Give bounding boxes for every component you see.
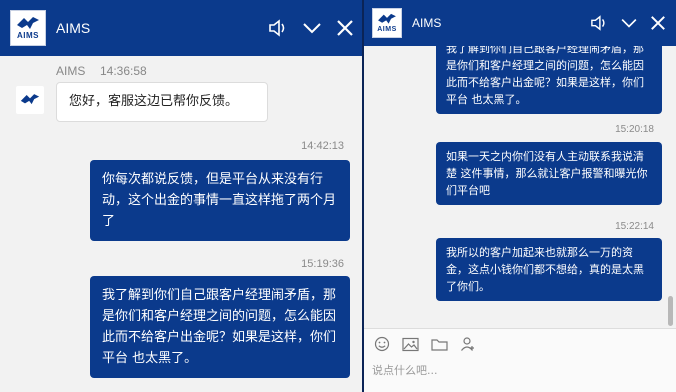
chat-window-right: AIMS AIMS 我了解到你们自己跟客户经理闹矛盾，那是你们和客户经理之间的问… — [362, 0, 676, 392]
message-time: 15:19:36 — [301, 258, 344, 270]
outgoing-message: 我了解到你们自己跟客户经理闹矛盾，那是你们和客户经理之间的问题，怎么能因此而不给… — [436, 46, 662, 114]
eagle-icon — [17, 17, 39, 29]
message-time: 14:42:13 — [301, 140, 344, 152]
outgoing-message: 你每次都说反馈，但是平台从来没有行动，这个出金的事情一直这样拖了两个月了 — [90, 160, 350, 241]
eagle-icon — [20, 94, 40, 105]
image-icon[interactable] — [402, 337, 419, 352]
outgoing-message: 我了解到你们自己跟客户经理闹矛盾，那是你们和客户经理之间的问题，怎么能因此而不给… — [90, 276, 350, 378]
incoming-message: 您好，客服这边已帮你反馈。 — [56, 82, 268, 122]
sender-name: AIMS — [56, 64, 86, 78]
agent-avatar — [16, 86, 44, 114]
aims-logo: AIMS — [372, 8, 402, 38]
title-bar: AIMS AIMS — [0, 0, 366, 56]
scrollbar-thumb[interactable] — [668, 296, 673, 326]
eagle-icon — [378, 13, 396, 24]
close-icon[interactable] — [650, 15, 666, 31]
message-list[interactable]: AIMS 14:36:58 您好，客服这边已帮你反馈。 14:42:13 你每次… — [0, 56, 366, 392]
chat-window-left: AIMS AIMS AIMS 14:36:58 您好，客服这边已帮你反馈。 14… — [0, 0, 366, 392]
message-time: 15:20:18 — [615, 124, 654, 135]
aims-logo: AIMS — [10, 10, 46, 46]
outgoing-message: 我所以的客户加起来也就那么一万的资金，这点小钱你们都不想给，真的是太黑了你们。 — [436, 238, 662, 301]
window-title: AIMS — [56, 20, 91, 36]
logo-text: AIMS — [377, 25, 397, 33]
emoji-icon[interactable] — [374, 336, 390, 352]
folder-icon[interactable] — [431, 337, 448, 352]
title-bar: AIMS AIMS — [364, 0, 676, 46]
close-icon[interactable] — [336, 19, 354, 37]
screenshot: AIMS AIMS AIMS 14:36:58 您好，客服这边已帮你反馈。 14… — [0, 0, 676, 392]
window-title: AIMS — [412, 16, 442, 30]
message-time: 15:22:14 — [615, 221, 654, 232]
user-icon[interactable] — [460, 336, 476, 352]
speaker-icon[interactable] — [590, 15, 608, 31]
composer — [364, 328, 676, 392]
logo-text: AIMS — [17, 31, 39, 40]
outgoing-message: 如果一天之内你们没有人主动联系我说清楚 这件事情，那么就让客户报警和曝光你们平台… — [436, 142, 662, 205]
speaker-icon[interactable] — [268, 19, 288, 37]
chevron-down-icon[interactable] — [302, 21, 322, 35]
sender-time: 14:36:58 — [100, 64, 147, 78]
message-list[interactable]: 我了解到你们自己跟客户经理闹矛盾，那是你们和客户经理之间的问题，怎么能因此而不给… — [364, 46, 676, 328]
chevron-down-icon[interactable] — [620, 17, 638, 29]
message-input[interactable] — [372, 364, 652, 377]
composer-toolbar — [364, 329, 676, 359]
